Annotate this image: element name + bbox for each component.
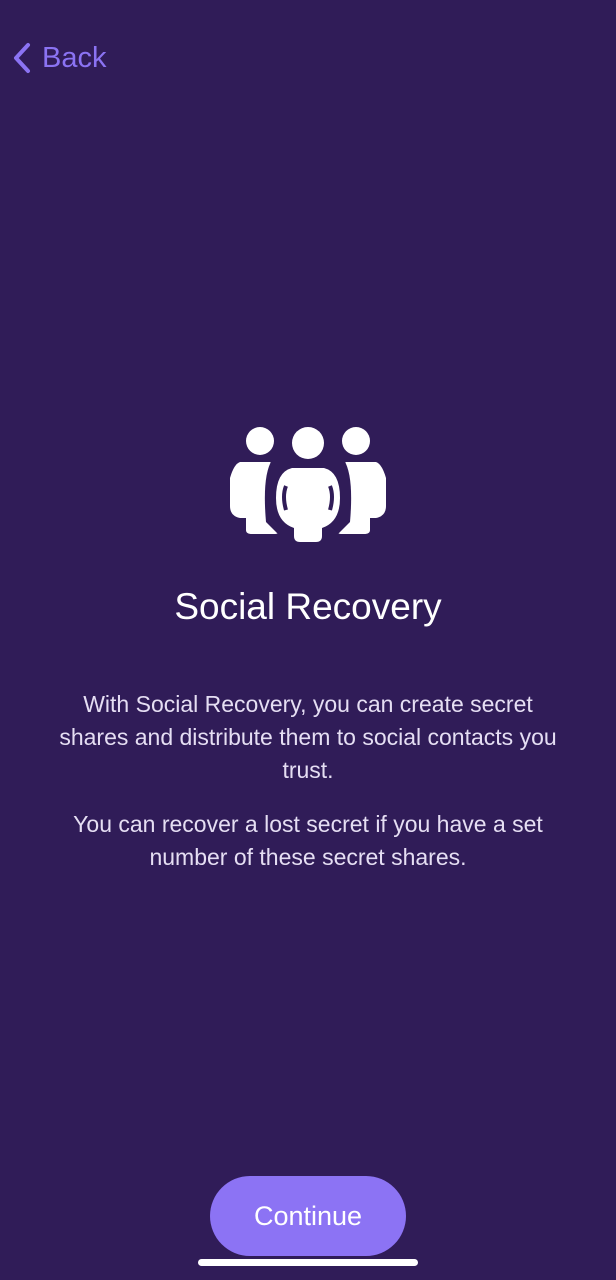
description-paragraph-1: With Social Recovery, you can create sec… [59,691,557,783]
home-indicator [198,1259,418,1266]
people-group-icon [226,426,390,544]
continue-button[interactable]: Continue [210,1176,406,1256]
back-label: Back [42,42,107,74]
back-button[interactable]: Back [12,38,106,78]
page-title: Social Recovery [174,586,442,627]
chevron-left-icon [12,42,32,74]
description-paragraph-2: You can recover a lost secret if you hav… [73,811,543,870]
